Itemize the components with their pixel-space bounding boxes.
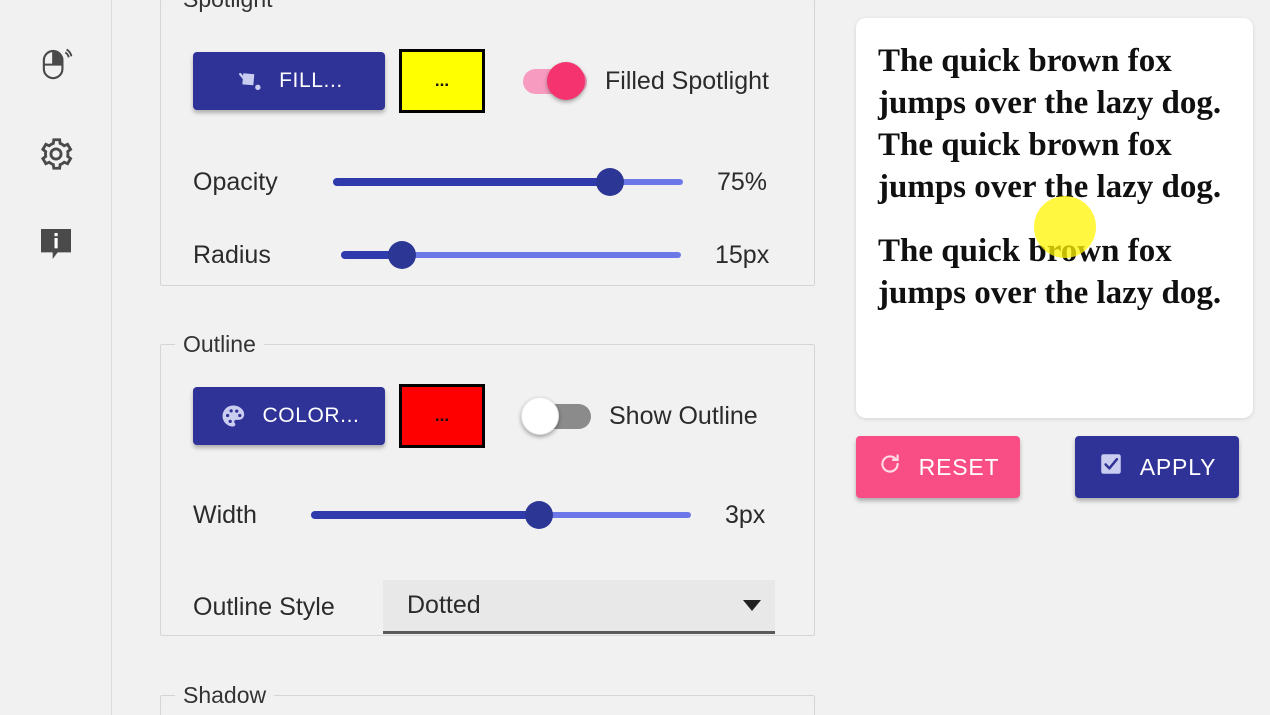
fill-color-swatch[interactable]: ...: [399, 49, 485, 113]
filled-spotlight-toggle-row: Filled Spotlight: [517, 62, 769, 100]
width-label: Width: [193, 500, 257, 529]
radius-value: 15px: [715, 240, 770, 269]
show-outline-toggle[interactable]: [521, 397, 595, 435]
reset-button[interactable]: RESET: [856, 436, 1020, 498]
radius-slider-knob[interactable]: [388, 241, 417, 269]
toggle-thumb: [521, 397, 559, 435]
spotlight-group-legend: Spotlight: [175, 0, 281, 13]
opacity-label: Opacity: [193, 167, 278, 196]
width-slider-knob[interactable]: [525, 501, 553, 529]
sidebar-item-cursor[interactable]: [30, 0, 82, 16]
preview-actions: RESET APPLY: [856, 436, 1256, 500]
preview-title: Preview: [857, 0, 946, 7]
opacity-value: 75%: [717, 167, 768, 196]
mouse-icon: [36, 46, 76, 91]
width-value: 3px: [725, 500, 766, 529]
palette-icon: [219, 402, 247, 430]
outline-style-value: Dotted: [407, 591, 481, 619]
preview-text: The quick brown fox jumps over the lazy …: [878, 40, 1235, 336]
opacity-row: Opacity 75%: [193, 165, 793, 199]
width-slider-fill: [311, 511, 539, 519]
settings-panel: Spotlight FILL...: [113, 0, 840, 715]
preview-paragraph: The quick brown fox jumps over the lazy …: [878, 43, 1222, 205]
refresh-icon: [877, 451, 903, 483]
opacity-slider[interactable]: [333, 165, 683, 199]
outline-style-select[interactable]: Dotted: [383, 580, 775, 634]
outline-color-row: COLOR... ... Show Outline: [193, 384, 758, 448]
spotlight-settings-window: Spotlight FILL...: [0, 0, 1270, 715]
show-outline-label: Show Outline: [609, 401, 758, 430]
sidebar-item-info[interactable]: [30, 220, 82, 272]
color-button[interactable]: COLOR...: [193, 387, 385, 445]
info-icon: [36, 224, 76, 269]
chevron-down-icon: [743, 600, 761, 611]
show-outline-toggle-row: Show Outline: [521, 397, 758, 435]
radius-row: Radius 15px: [193, 238, 793, 272]
opacity-slider-knob[interactable]: [595, 168, 624, 196]
gear-icon: [37, 135, 75, 178]
outline-style-label: Outline Style: [193, 592, 335, 621]
opacity-slider-fill: [333, 178, 610, 186]
fill-button-label: FILL...: [279, 69, 343, 92]
spotlight-fill-row: FILL... ... Filled Spotlight: [193, 49, 769, 113]
outline-group-legend: Outline: [183, 331, 256, 357]
filled-spotlight-toggle[interactable]: [517, 62, 591, 100]
outline-color-swatch-label: ...: [434, 406, 450, 425]
color-button-label: COLOR...: [262, 404, 360, 427]
cursor-icon: [37, 0, 75, 12]
filled-spotlight-label: Filled Spotlight: [605, 66, 769, 95]
fill-color-swatch-label: ...: [434, 71, 450, 90]
paint-bucket-icon: [235, 67, 263, 95]
sidebar-item-mouse[interactable]: [30, 42, 82, 94]
radius-label: Radius: [193, 240, 271, 269]
outline-group: Outline COLOR... ... Show Outline Width …: [160, 331, 815, 636]
outline-style-row: Outline Style Dotted: [193, 580, 813, 634]
spotlight-group: Spotlight FILL...: [160, 0, 815, 286]
apply-button-label: APPLY: [1139, 453, 1217, 480]
toggle-thumb: [547, 62, 585, 100]
fill-button[interactable]: FILL...: [193, 52, 385, 110]
checkbox-icon: [1098, 451, 1124, 483]
spotlight-marker: [1034, 196, 1096, 258]
shadow-group: Shadow: [160, 682, 815, 715]
width-slider[interactable]: [311, 498, 691, 532]
width-row: Width 3px: [193, 498, 813, 532]
radius-slider[interactable]: [341, 238, 681, 272]
preview-card: The quick brown fox jumps over the lazy …: [856, 18, 1253, 418]
preview-panel: Preview The quick brown fox jumps over t…: [840, 0, 1270, 715]
sidebar-item-settings[interactable]: [30, 130, 82, 182]
reset-button-label: RESET: [918, 453, 1000, 480]
outline-color-swatch[interactable]: ...: [399, 384, 485, 448]
shadow-group-legend: Shadow: [183, 682, 267, 708]
apply-button[interactable]: APPLY: [1075, 436, 1239, 498]
icon-rail: [0, 0, 112, 715]
